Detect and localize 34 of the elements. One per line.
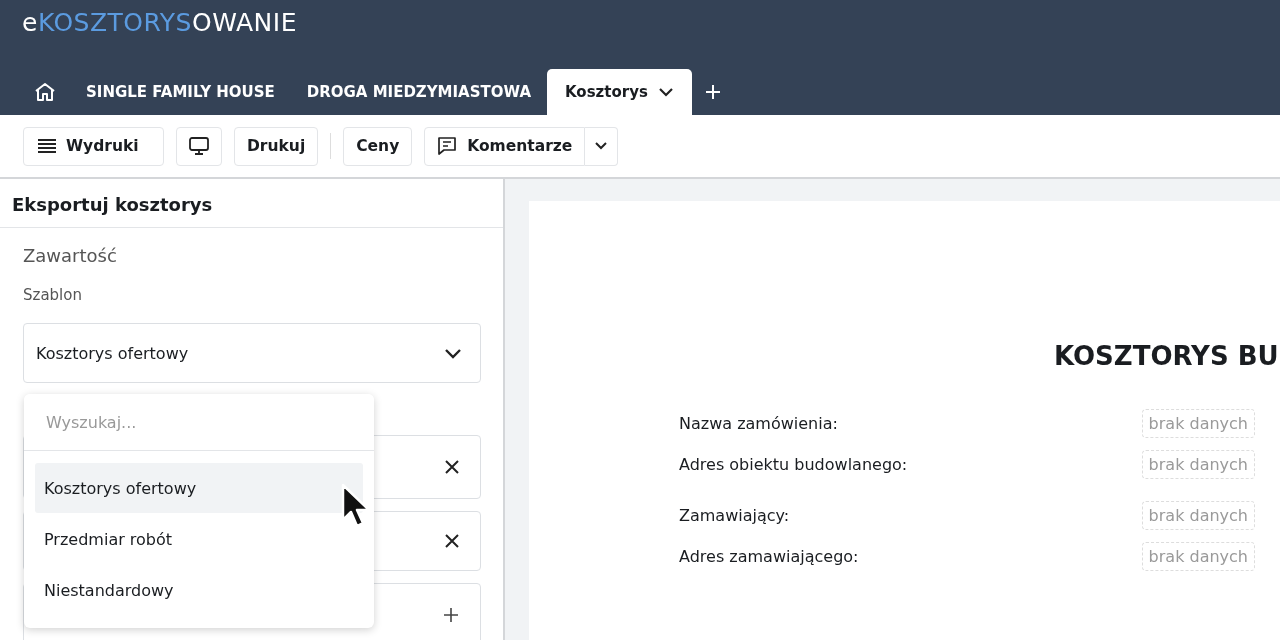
dropdown-option[interactable]: Przedmiar robót: [35, 514, 363, 564]
dropdown-option[interactable]: Kosztorys ofertowy: [35, 463, 363, 513]
monitor-icon: [189, 137, 209, 155]
home-icon: [34, 82, 56, 102]
close-icon[interactable]: [445, 460, 459, 474]
tab[interactable]: Kosztorys: [547, 69, 692, 115]
list-icon: [38, 138, 56, 154]
field-label: Nazwa zamówienia:: [679, 414, 838, 433]
field-label: Adres obiektu budowlanego:: [679, 455, 908, 474]
monitor-button[interactable]: [176, 126, 222, 166]
logo: eKOSZTORYSOWANIE: [21, 7, 297, 37]
dropdown-toggle[interactable]: [585, 126, 619, 166]
comment-icon: [437, 137, 458, 155]
field-label: Szablon: [23, 286, 83, 304]
close-icon[interactable]: [445, 534, 459, 548]
prints-button[interactable]: Wydruki: [23, 126, 164, 166]
tab[interactable]: DROGA MIEDZYMIASTOWA: [290, 69, 547, 115]
caret-icon: [657, 87, 674, 97]
dropdown-option[interactable]: Niestandardowy: [35, 565, 363, 615]
plus-icon: [705, 85, 720, 99]
tab[interactable]: SINGLE FAMILY HOUSE: [70, 69, 291, 115]
toolbar-button[interactable]: Drukuj: [234, 126, 319, 166]
caret-icon: [595, 142, 608, 150]
toolbar-button[interactable]: Ceny: [343, 126, 413, 166]
search-field[interactable]: Wyszukaj...: [24, 394, 374, 451]
field-label: Zamawiający:: [679, 506, 790, 525]
chevron-down-icon: [444, 347, 462, 359]
field-label: Adres zamawiającego:: [679, 547, 859, 566]
panel-title: Eksportuj kosztorys: [0, 179, 503, 228]
document-title: KOSZTORYS BU: [1053, 341, 1280, 371]
plus-icon[interactable]: [443, 607, 459, 623]
template-select[interactable]: Kosztorys ofertowy: [23, 323, 481, 383]
section-heading: Zawartość: [23, 245, 118, 266]
comments-button[interactable]: Komentarze: [424, 126, 586, 166]
